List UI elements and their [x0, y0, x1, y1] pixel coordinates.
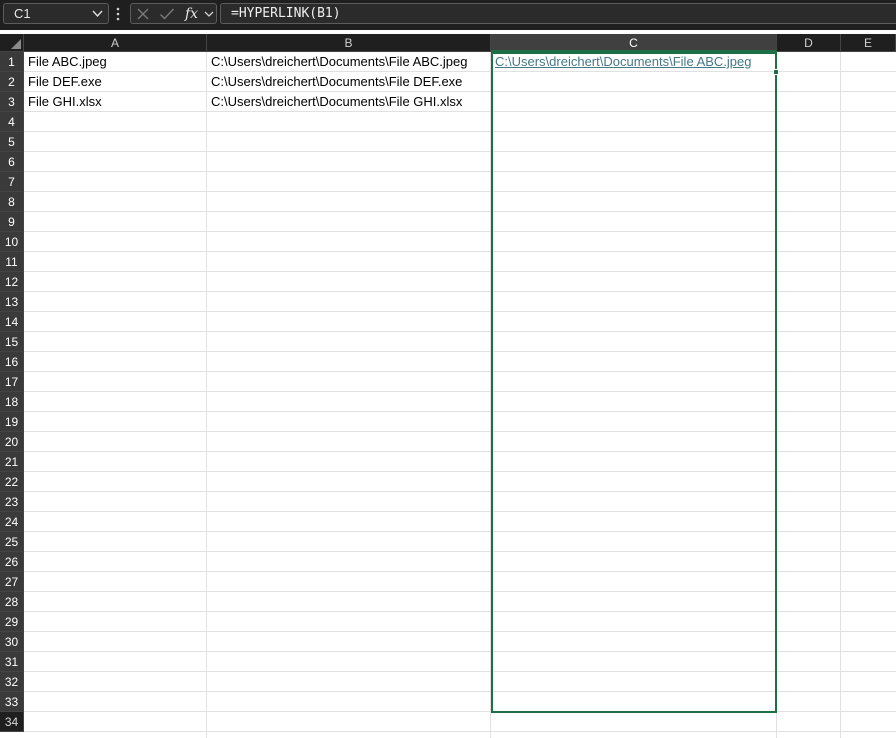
- row-header-16[interactable]: 16: [0, 352, 24, 372]
- row-header-32[interactable]: 32: [0, 672, 24, 692]
- row-gridline: [24, 571, 896, 572]
- row-gridline: [24, 231, 896, 232]
- cell-b2[interactable]: C:\Users\dreichert\Documents\File DEF.ex…: [207, 72, 491, 92]
- x-icon[interactable]: [136, 7, 150, 21]
- row-gridline: [24, 451, 896, 452]
- row-gridline: [24, 531, 896, 532]
- check-icon[interactable]: [159, 7, 175, 21]
- row-gridline: [24, 731, 896, 732]
- row-gridline: [24, 711, 896, 712]
- cell-a3[interactable]: File GHI.xlsx: [24, 92, 207, 112]
- row-header-24[interactable]: 24: [0, 512, 24, 532]
- row-header-31[interactable]: 31: [0, 652, 24, 672]
- row-header-3[interactable]: 3: [0, 92, 24, 112]
- row-header-2[interactable]: 2: [0, 72, 24, 92]
- row-header-22[interactable]: 22: [0, 472, 24, 492]
- name-box[interactable]: C1: [3, 3, 109, 24]
- formula-bar: C1 fx =HYPERLINK(B1): [0, 0, 896, 30]
- fx-icon[interactable]: fx: [184, 5, 202, 22]
- formula-input[interactable]: =HYPERLINK(B1): [220, 3, 896, 24]
- row-header-25[interactable]: 25: [0, 532, 24, 552]
- row-gridline: [24, 351, 896, 352]
- row-gridline: [24, 551, 896, 552]
- row-header-13[interactable]: 13: [0, 292, 24, 312]
- row-gridline: [24, 151, 896, 152]
- row-header-29[interactable]: 29: [0, 612, 24, 632]
- column-header-b[interactable]: B: [207, 34, 491, 52]
- row-gridline: [24, 611, 896, 612]
- column-header-c[interactable]: C: [491, 34, 777, 52]
- formula-buttons: fx: [130, 3, 217, 24]
- name-box-value: C1: [14, 6, 31, 21]
- row-gridline: [24, 391, 896, 392]
- chevron-down-icon[interactable]: [204, 10, 214, 18]
- row-header-21[interactable]: 21: [0, 452, 24, 472]
- row-gridline: [24, 471, 896, 472]
- cell-c1-hyperlink[interactable]: C:\Users\dreichert\Documents\File ABC.jp…: [491, 52, 777, 72]
- row-header-5[interactable]: 5: [0, 132, 24, 152]
- column-gridline: [840, 52, 841, 738]
- row-header-30[interactable]: 30: [0, 632, 24, 652]
- row-gridline: [24, 211, 896, 212]
- row-gridline: [24, 171, 896, 172]
- fill-handle[interactable]: [773, 69, 779, 75]
- row-header-15[interactable]: 15: [0, 332, 24, 352]
- row-header-34[interactable]: 34: [0, 712, 24, 732]
- row-header-7[interactable]: 7: [0, 172, 24, 192]
- chevron-down-icon[interactable]: [92, 9, 103, 18]
- row-header-8[interactable]: 8: [0, 192, 24, 212]
- row-gridline: [24, 691, 896, 692]
- vertical-ellipsis-icon[interactable]: [113, 6, 123, 22]
- row-header-4[interactable]: 4: [0, 112, 24, 132]
- cell-b3[interactable]: C:\Users\dreichert\Documents\File GHI.xl…: [207, 92, 491, 112]
- formula-text: =HYPERLINK(B1): [231, 6, 341, 21]
- column-header-e[interactable]: E: [841, 34, 896, 52]
- worksheet: A B C D E 1 2 3 4 5 6 7 8 9 10 11 12 13 14 15 16 17 18 19 2…: [0, 34, 896, 738]
- select-all-button[interactable]: [0, 34, 24, 52]
- column-header-a[interactable]: A: [24, 34, 207, 52]
- row-header-6[interactable]: 6: [0, 152, 24, 172]
- row-header-23[interactable]: 23: [0, 492, 24, 512]
- row-gridline: [24, 331, 896, 332]
- svg-text:fx: fx: [184, 6, 198, 22]
- row-gridline: [24, 291, 896, 292]
- row-header-14[interactable]: 14: [0, 312, 24, 332]
- row-header-20[interactable]: 20: [0, 432, 24, 452]
- row-gridline: [24, 631, 896, 632]
- row-gridline: [24, 411, 896, 412]
- row-header-19[interactable]: 19: [0, 412, 24, 432]
- row-gridline: [24, 591, 896, 592]
- row-gridline: [24, 431, 896, 432]
- row-gridline: [24, 371, 896, 372]
- row-header-33[interactable]: 33: [0, 692, 24, 712]
- row-gridline: [24, 671, 896, 672]
- column-gridline: [490, 52, 491, 738]
- row-gridline: [24, 191, 896, 192]
- row-gridline: [24, 491, 896, 492]
- column-gridline: [776, 52, 777, 738]
- row-header-9[interactable]: 9: [0, 212, 24, 232]
- row-header-1[interactable]: 1: [0, 52, 24, 72]
- row-header-10[interactable]: 10: [0, 232, 24, 252]
- row-header-11[interactable]: 11: [0, 252, 24, 272]
- column-header-d[interactable]: D: [777, 34, 841, 52]
- row-gridline: [24, 271, 896, 272]
- row-header-27[interactable]: 27: [0, 572, 24, 592]
- cell-grid[interactable]: File ABC.jpeg File DEF.exe File GHI.xlsx…: [24, 52, 896, 738]
- row-gridline: [24, 131, 896, 132]
- cell-b1[interactable]: C:\Users\dreichert\Documents\File ABC.jp…: [207, 52, 491, 72]
- cell-a2[interactable]: File DEF.exe: [24, 72, 207, 92]
- cell-a1[interactable]: File ABC.jpeg: [24, 52, 207, 72]
- row-gridline: [24, 511, 896, 512]
- row-gridline: [24, 651, 896, 652]
- row-header-12[interactable]: 12: [0, 272, 24, 292]
- select-all-triangle-icon: [11, 39, 21, 49]
- row-header-28[interactable]: 28: [0, 592, 24, 612]
- row-gridline: [24, 311, 896, 312]
- row-header-18[interactable]: 18: [0, 392, 24, 412]
- column-gridline: [206, 52, 207, 738]
- row-header-17[interactable]: 17: [0, 372, 24, 392]
- row-header-26[interactable]: 26: [0, 552, 24, 572]
- row-gridline: [24, 251, 896, 252]
